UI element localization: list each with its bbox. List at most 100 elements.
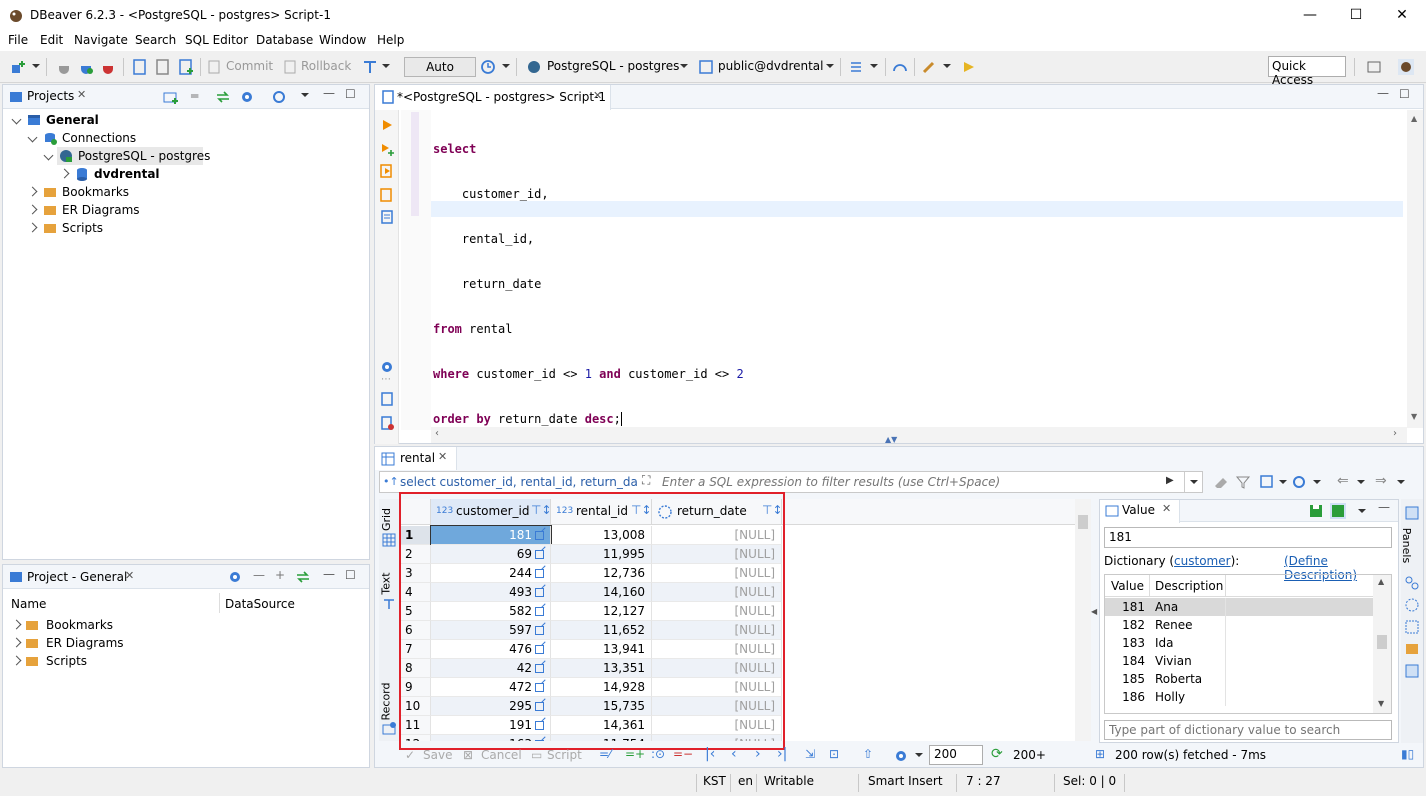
tree-item-er-diagrams[interactable]: ER Diagrams	[27, 201, 347, 219]
last-page-icon[interactable]: ›|	[777, 746, 787, 762]
tree-item-dvdrental[interactable]: dvdrental	[59, 165, 339, 183]
cell-rental-id[interactable]: 13,008	[551, 526, 652, 545]
grouping-panel-icon[interactable]	[1404, 619, 1420, 635]
open-recent-script-icon[interactable]	[155, 59, 171, 75]
cell-customer-id[interactable]: 472	[431, 678, 551, 697]
value-editor-input[interactable]: 181	[1104, 527, 1392, 548]
metadata-panel-icon[interactable]	[1404, 575, 1420, 591]
cell-return-date[interactable]: [NULL]	[652, 583, 782, 602]
row-number[interactable]: 9	[401, 678, 431, 697]
foreign-key-link-icon[interactable]	[535, 531, 544, 540]
quick-access-input[interactable]: Quick Access	[1268, 56, 1346, 87]
toggle-layout-icon[interactable]: ⇲	[805, 747, 815, 761]
cell-return-date[interactable]: [NULL]	[652, 602, 782, 621]
settings-icon[interactable]	[380, 360, 394, 374]
rollback-button[interactable]: Rollback	[301, 59, 351, 73]
cell-customer-id[interactable]: 163	[431, 735, 551, 741]
cell-rental-id[interactable]: 12,127	[551, 602, 652, 621]
cell-return-date[interactable]: [NULL]	[652, 735, 782, 741]
tools-icon[interactable]	[921, 59, 937, 75]
record-tab[interactable]: Record	[380, 682, 393, 720]
foreign-key-link-icon[interactable]	[535, 569, 544, 578]
minimize-editor-icon[interactable]: —	[1377, 86, 1389, 100]
menu-window[interactable]: Window	[319, 33, 366, 47]
table-row[interactable]: 4 493 14,160 [NULL]	[401, 583, 782, 602]
add-row-icon[interactable]: =+	[625, 747, 645, 761]
cell-rental-id[interactable]: 11,754	[551, 735, 652, 741]
link-with-editor-icon[interactable]	[215, 89, 231, 105]
export-icon[interactable]: ⇧	[863, 747, 873, 761]
maximize-button[interactable]: ☐	[1333, 0, 1379, 31]
menu-database[interactable]: Database	[256, 33, 313, 47]
previous-page-icon[interactable]: ‹	[731, 746, 737, 762]
minimize-view-icon[interactable]: —	[323, 567, 335, 581]
perspective-open-icon[interactable]	[1366, 59, 1382, 75]
column-header-return-date[interactable]: return_date ⊤↕	[652, 499, 783, 525]
cell-customer-id[interactable]: 244	[431, 564, 551, 583]
cell-customer-id[interactable]: 191	[431, 716, 551, 735]
tree-item-er-diagrams[interactable]: ER Diagrams	[11, 634, 351, 652]
clear-filter-icon[interactable]	[1213, 474, 1229, 490]
new-folder-icon[interactable]	[163, 89, 179, 105]
row-number[interactable]: 12	[401, 735, 431, 741]
cell-rental-id[interactable]: 14,361	[551, 716, 652, 735]
filter-input[interactable]	[662, 473, 1162, 491]
reconnect-icon[interactable]	[78, 59, 94, 75]
active-query-text[interactable]: select customer_id, rental_id, return_da…	[400, 475, 638, 489]
dictionary-search-input[interactable]	[1104, 720, 1392, 740]
transaction-mode-icon[interactable]	[362, 59, 378, 75]
panels-layout-icon[interactable]: ⊡	[829, 747, 839, 761]
column-header-value[interactable]: Value	[1111, 579, 1144, 593]
collapse-icon[interactable]: —	[253, 568, 265, 582]
tree-item-bookmarks[interactable]: Bookmarks	[11, 616, 351, 634]
cell-return-date[interactable]: [NULL]	[652, 659, 782, 678]
refresh-results-icon[interactable]	[1291, 474, 1307, 490]
cell-rental-id[interactable]: 15,735	[551, 697, 652, 716]
grid-view-icon[interactable]	[382, 533, 396, 547]
cell-return-date[interactable]: [NULL]	[652, 640, 782, 659]
filter-settings-icon[interactable]	[1235, 474, 1251, 490]
back-icon[interactable]: ⇐	[1337, 473, 1349, 489]
copy-row-icon[interactable]: :⊙	[651, 747, 665, 761]
cell-return-date[interactable]: [NULL]	[652, 621, 782, 640]
new-script-icon[interactable]	[178, 59, 194, 75]
cancel-button[interactable]: Cancel	[481, 748, 522, 762]
cell-customer-id[interactable]: 69	[431, 545, 551, 564]
foreign-key-link-icon[interactable]	[535, 740, 544, 741]
foreign-key-link-icon[interactable]	[535, 550, 544, 559]
row-number[interactable]: 6	[401, 621, 431, 640]
cell-customer-id[interactable]: 181	[430, 525, 552, 546]
configure-icon[interactable]	[227, 569, 243, 585]
row-number[interactable]: 8	[401, 659, 431, 678]
menu-search[interactable]: Search	[135, 33, 176, 47]
cell-customer-id[interactable]: 295	[431, 697, 551, 716]
minimize-view-icon[interactable]: —	[323, 86, 335, 100]
dashboard-icon[interactable]	[892, 59, 908, 75]
table-row[interactable]: 8 42 13,351 [NULL]	[401, 659, 782, 678]
dictionary-row[interactable]: 182 Renee	[1105, 616, 1373, 634]
cell-rental-id[interactable]: 14,160	[551, 583, 652, 602]
cell-return-date[interactable]: [NULL]	[652, 526, 782, 545]
cell-customer-id[interactable]: 476	[431, 640, 551, 659]
table-row[interactable]: 11 191 14,361 [NULL]	[401, 716, 782, 735]
first-page-icon[interactable]: |‹	[705, 746, 715, 762]
collapse-panel-icon[interactable]: ◀	[1091, 607, 1097, 616]
grid-tab[interactable]: Grid	[380, 508, 393, 531]
row-number[interactable]: 5	[401, 602, 431, 621]
refresh-icon[interactable]	[271, 89, 287, 105]
row-number[interactable]: 1	[401, 526, 431, 545]
tree-item-connections[interactable]: Connections	[27, 129, 347, 147]
results-tab-rental[interactable]: rental ✕	[375, 447, 457, 470]
save-value-icon[interactable]	[1308, 503, 1324, 519]
value-panel-icon[interactable]	[1404, 663, 1420, 679]
commit-button[interactable]: Commit	[226, 59, 273, 73]
foreign-key-link-icon[interactable]	[535, 588, 544, 597]
cell-rental-id[interactable]: 11,652	[551, 621, 652, 640]
rollback-icon[interactable]	[282, 59, 298, 75]
table-row[interactable]: 10 295 15,735 [NULL]	[401, 697, 782, 716]
close-tab-icon[interactable]: ✕	[593, 89, 602, 102]
explain-plan-icon[interactable]	[380, 210, 394, 224]
editor-horizontal-scrollbar[interactable]: ‹ ›	[431, 427, 1407, 443]
close-tab-icon[interactable]: ✕	[77, 88, 86, 101]
sql-code-area[interactable]: select customer_id, rental_id, return_da…	[433, 112, 744, 457]
